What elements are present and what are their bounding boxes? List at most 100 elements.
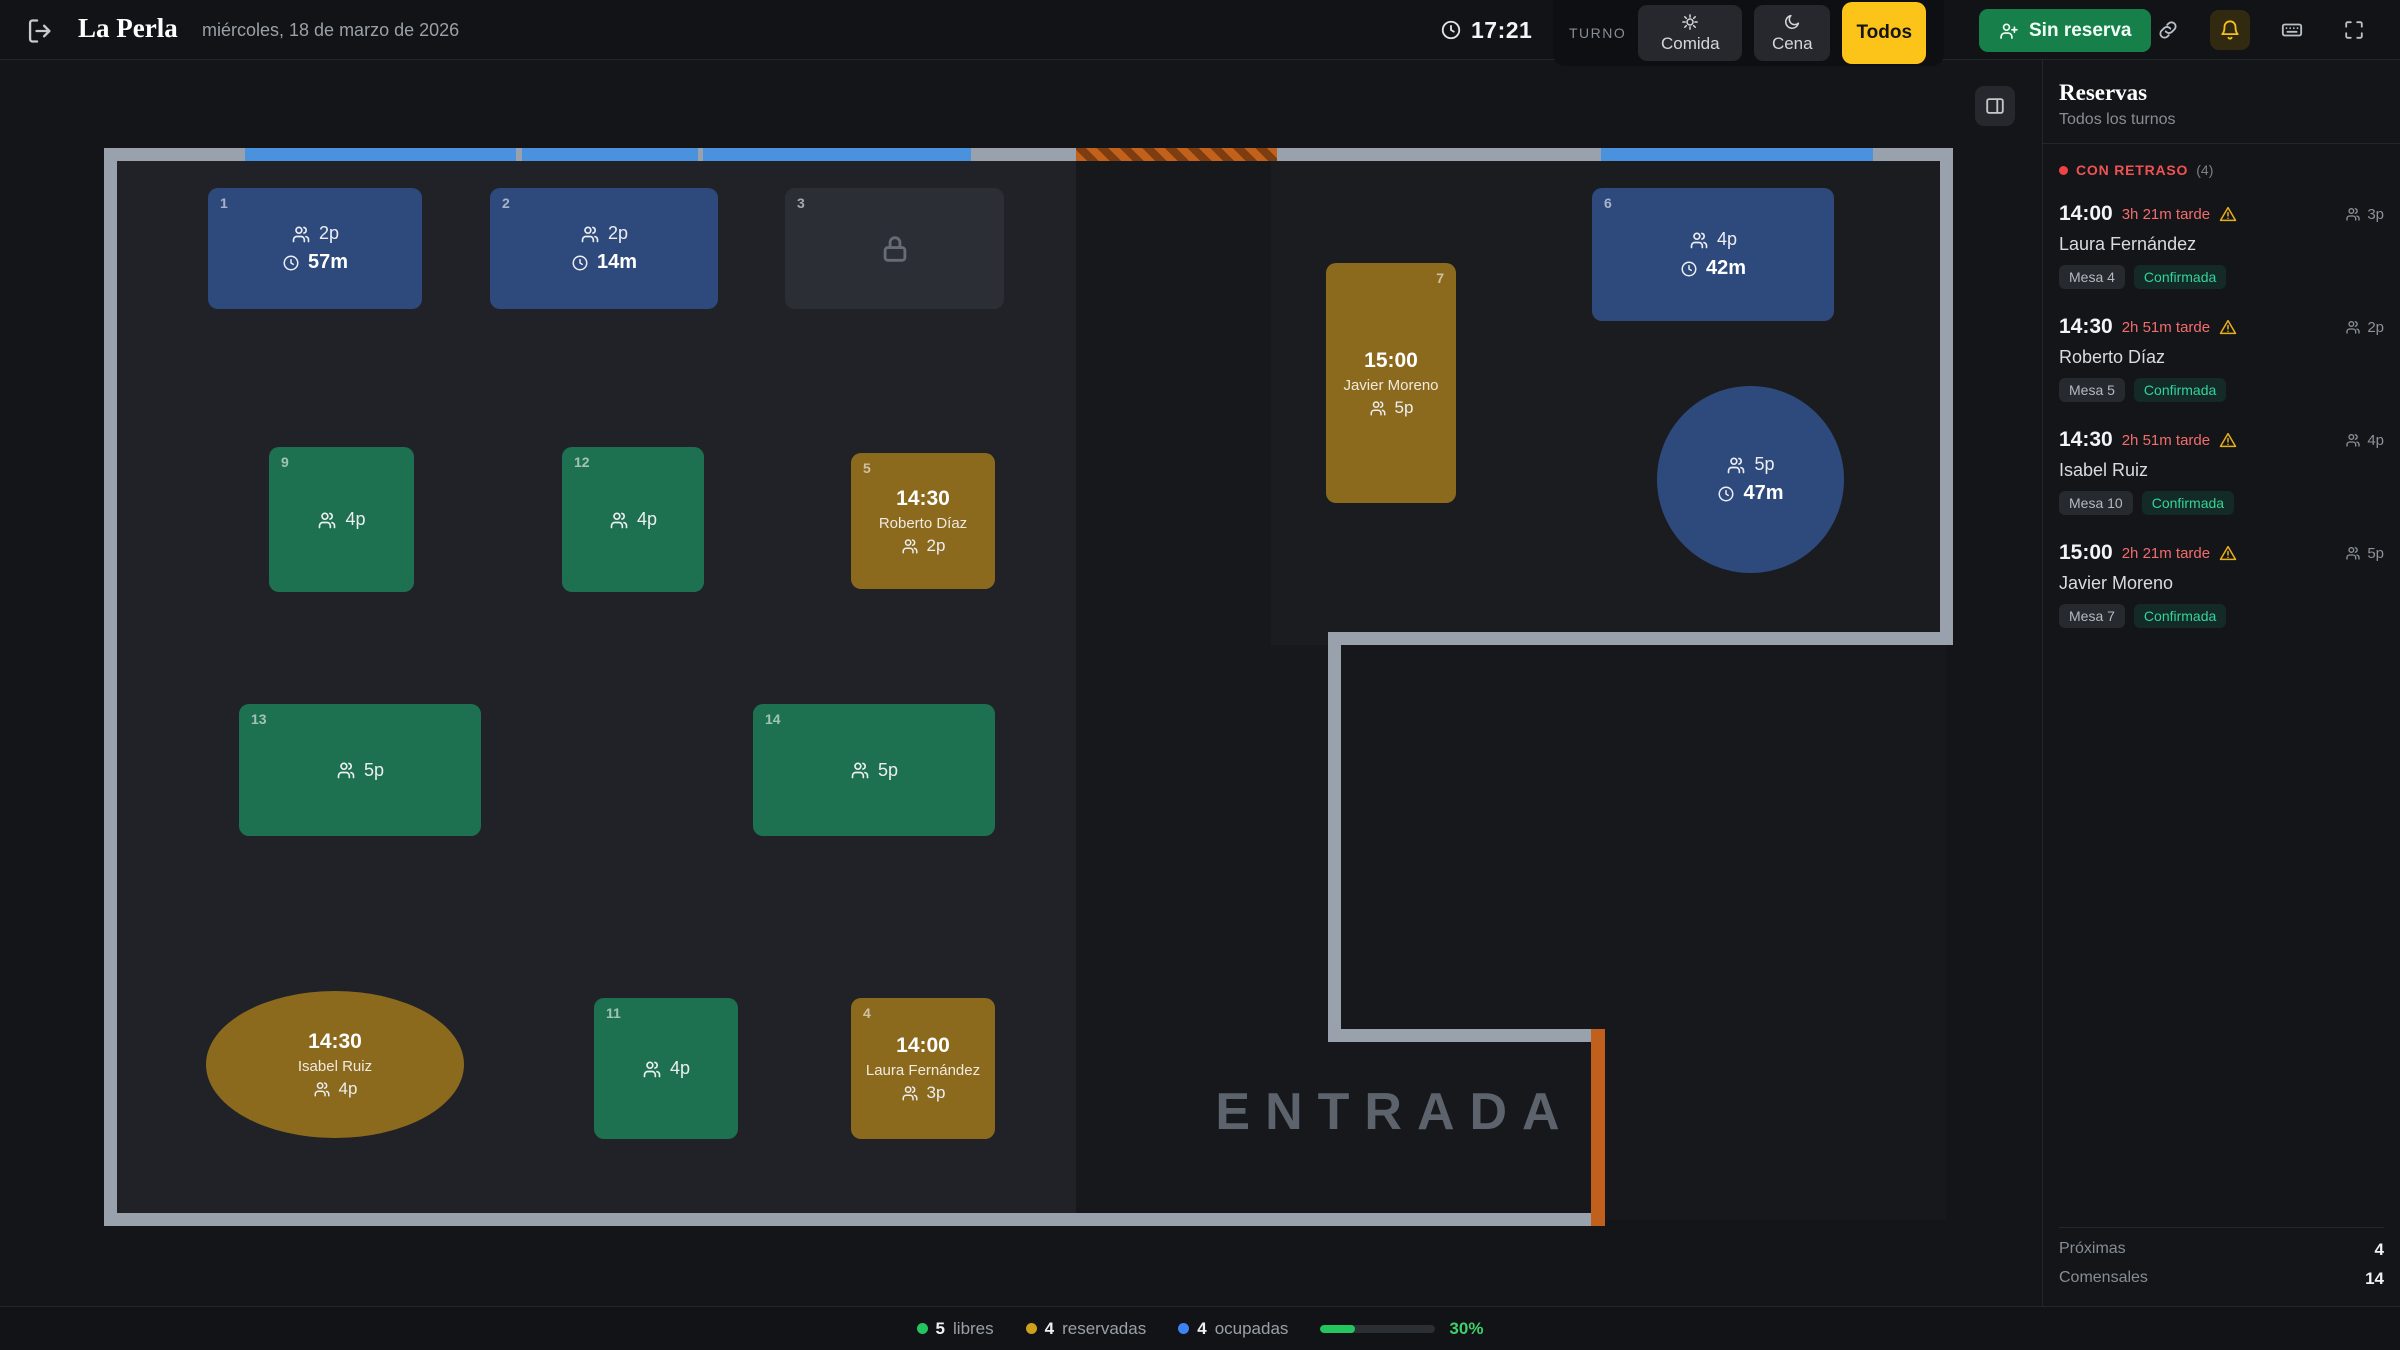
floor-plan: ENTRADA 1 2p 57m 2 2p 14m [0,0,2400,1350]
table-duration: 14m [571,251,637,274]
guest-name: Javier Moreno [1343,377,1438,394]
table-number: 11 [606,1005,621,1021]
shift-group-label: TURNO [1569,25,1626,41]
user-plus-icon [1999,21,2019,41]
party-size: 2p [927,536,946,556]
guest-name: Isabel Ruiz [298,1058,372,1075]
status-badge: Confirmada [2134,265,2226,289]
legend-free: 5 libres [917,1319,994,1339]
guest-name: Javier Moreno [2059,573,2384,594]
table-2[interactable]: 2 2p 14m [490,188,718,309]
party-size: 5p [878,760,898,781]
table-11[interactable]: 11 4p [594,998,738,1139]
guests-row: Comensales 14 [2059,1269,2384,1289]
table-number: 14 [765,711,781,727]
users-icon [313,1080,331,1098]
reservations-header: Reservas Todos los turnos [2043,60,2400,144]
reservation-card[interactable]: 14:00 3h 21m tarde 3p Laura Fernández Me… [2059,190,2384,303]
table-round[interactable]: 5p 47m [1657,386,1844,573]
window-segment [1601,148,1873,161]
party-size: 5p [1395,398,1414,418]
table-number: 6 [1604,195,1612,211]
party-size: 2p [608,223,628,244]
table-number: 13 [251,711,267,727]
table-badge: Mesa 7 [2059,604,2125,628]
party-size: 2p [2367,319,2384,336]
exit-icon [26,17,54,45]
window-segment [522,148,698,161]
reserved-dot [1026,1323,1037,1334]
table-number: 2 [502,195,510,211]
shift-dinner-button[interactable]: Cena [1754,5,1830,61]
duration-text: 57m [308,251,348,274]
late-by-text: 3h 21m tarde [2122,206,2210,223]
table-party: 3p [901,1083,946,1103]
status-bar: 5 libres 4 reservadas 4 ocupadas 30% [0,1306,2400,1350]
toggle-sidebar-button[interactable] [1975,86,2015,126]
reservation-time: 14:30 [896,487,950,511]
bell-icon [2219,19,2241,41]
guest-name: Isabel Ruiz [2059,460,2384,481]
reservation-party: 5p [2345,545,2384,562]
shift-lunch-button[interactable]: Comida [1638,5,1742,61]
keyboard-shortcuts-button[interactable] [2272,10,2312,50]
notifications-button[interactable] [2210,10,2250,50]
occupied-label: ocupadas [1215,1319,1289,1339]
reservation-card[interactable]: 14:30 2h 51m tarde 4p Isabel Ruiz Mesa 1… [2059,416,2384,529]
reservation-time: 14:00 [896,1034,950,1058]
users-icon [901,537,919,555]
reserved-count: 4 [1045,1319,1054,1339]
table-9[interactable]: 9 4p [269,447,414,592]
users-icon [850,760,870,780]
table-12[interactable]: 12 4p [562,447,704,592]
table-7[interactable]: 7 15:00 Javier Moreno 5p [1326,263,1456,503]
reserved-label: reservadas [1062,1319,1146,1339]
app-title: La Perla [78,13,178,44]
occupied-count: 4 [1197,1319,1206,1339]
table-number: 1 [220,195,228,211]
table-10[interactable]: 14:30 Isabel Ruiz 4p [206,991,464,1138]
party-size: 5p [364,760,384,781]
guests-value: 14 [2365,1269,2384,1289]
table-party: 4p [317,509,365,530]
occupancy-percent: 30% [1449,1319,1483,1339]
table-1[interactable]: 1 2p 57m [208,188,422,309]
app: La Perla miércoles, 18 de marzo de 2026 … [0,0,2400,1350]
users-icon [2345,206,2361,222]
exit-button[interactable] [26,16,66,46]
share-link-button[interactable] [2148,10,2188,50]
table-14[interactable]: 14 5p [753,704,995,836]
table-4[interactable]: 4 14:00 Laura Fernández 3p [851,998,995,1139]
reservation-time: 14:30 [2059,428,2113,452]
walkin-button[interactable]: Sin reserva [1979,9,2151,52]
table-6[interactable]: 6 4p 42m [1592,188,1834,321]
window-segment [703,148,971,161]
party-size: 4p [339,1079,358,1099]
table-13[interactable]: 13 5p [239,704,481,836]
guest-name: Laura Fernández [2059,234,2384,255]
table-party: 4p [609,509,657,530]
reservation-card[interactable]: 14:30 2h 51m tarde 2p Roberto Díaz Mesa … [2059,303,2384,416]
party-size: 4p [670,1058,690,1079]
table-party: 2p [291,223,339,244]
current-date: miércoles, 18 de marzo de 2026 [202,20,459,41]
table-number: 7 [1436,270,1444,286]
table-badge: Mesa 5 [2059,378,2125,402]
reservation-party: 2p [2345,319,2384,336]
reservation-card-top: 14:30 2h 51m tarde 4p [2059,428,2384,452]
warning-icon [2219,205,2237,223]
legend-reserved: 4 reservadas [1026,1319,1147,1339]
reservation-card-top: 14:30 2h 51m tarde 2p [2059,315,2384,339]
reservation-card[interactable]: 15:00 2h 21m tarde 5p Javier Moreno Mesa… [2059,529,2384,642]
status-badge: Confirmada [2142,491,2234,515]
reservation-party: 3p [2345,206,2384,223]
shift-all-button[interactable]: Todos [1842,2,1926,64]
duration-text: 14m [597,251,637,274]
upcoming-row: Próximas 4 [2059,1240,2384,1260]
table-3[interactable]: 3 [785,188,1004,309]
wall [1328,632,1953,645]
wall [1940,148,1953,645]
table-5[interactable]: 5 14:30 Roberto Díaz 2p [851,453,995,589]
reservation-time: 15:00 [2059,541,2113,565]
fullscreen-button[interactable] [2334,10,2374,50]
